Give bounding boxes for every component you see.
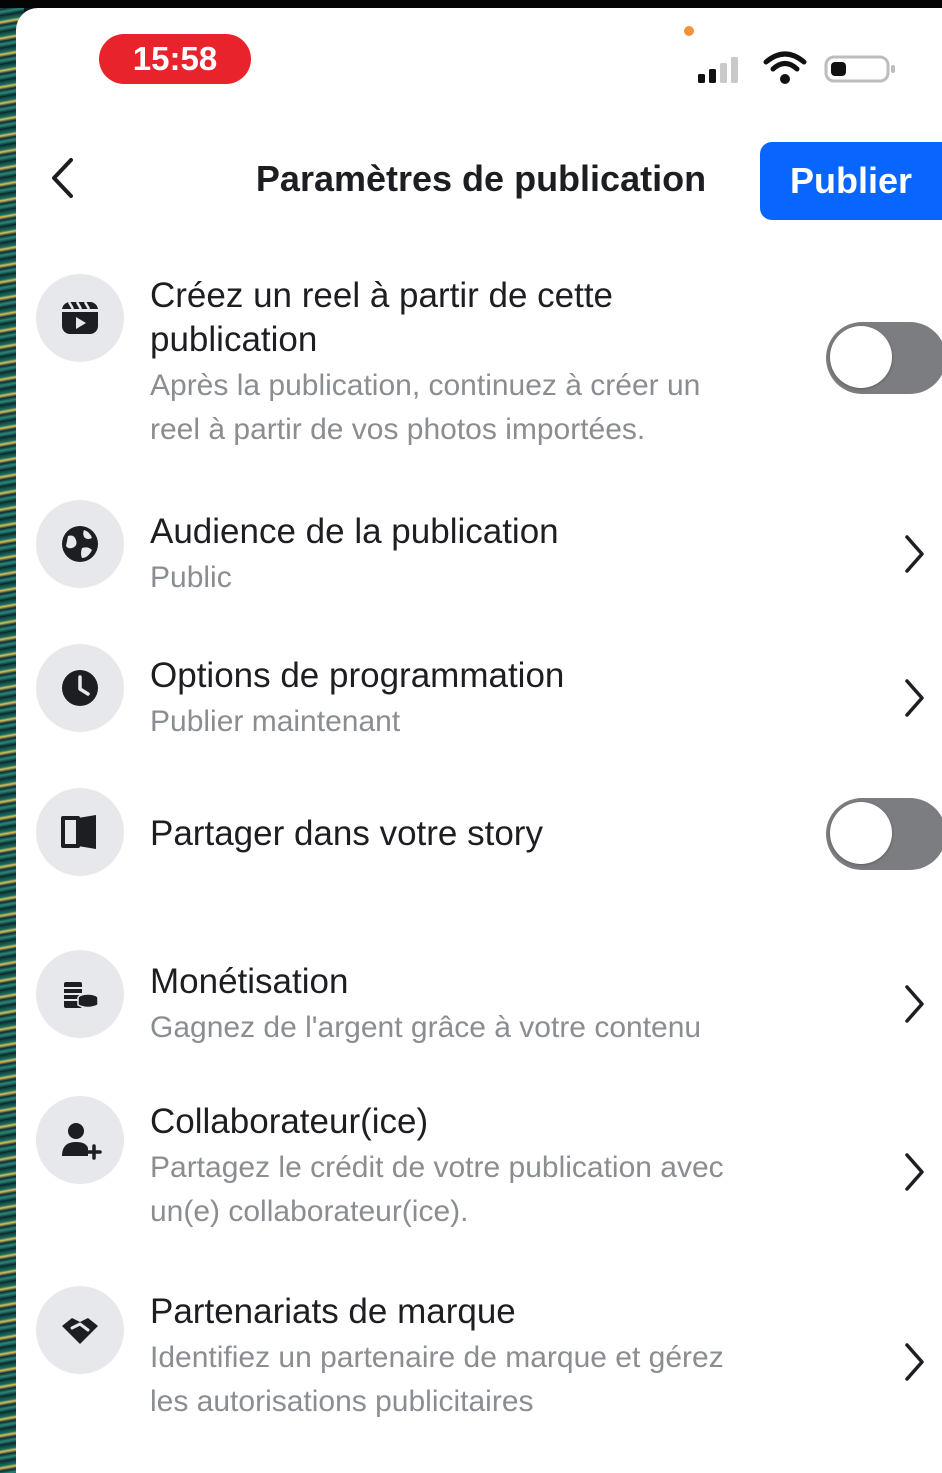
setting-title: Audience de la publication — [150, 512, 559, 551]
setting-row-monetisation[interactable]: Monétisation Gagnez de l'argent grâce à … — [16, 950, 942, 1050]
battery-icon — [824, 55, 895, 83]
setting-title-line: Créez un reel à partir de cette — [150, 276, 614, 315]
setting-text: Options de programmation Publier mainten… — [150, 654, 830, 744]
globe-icon-badge — [36, 500, 124, 588]
setting-title: Partager dans votre story — [150, 814, 543, 853]
setting-row-create-reel: Créez un reel à partir de cette publicat… — [16, 270, 942, 460]
reel-icon-badge — [36, 274, 124, 362]
setting-subtitle-line: Identifiez un partenaire de marque et gé… — [150, 1341, 724, 1374]
wifi-icon — [763, 51, 807, 84]
handshake-icon-badge — [36, 1286, 124, 1374]
reel-icon — [62, 301, 98, 334]
add-person-icon-badge — [36, 1096, 124, 1184]
chevron-right-icon — [894, 1142, 934, 1202]
chevron-right-icon — [894, 524, 934, 584]
setting-text: Audience de la publication Public — [150, 510, 830, 600]
story-icon-badge — [36, 788, 124, 876]
setting-subtitle-line: un(e) collaborateur(ice). — [150, 1195, 469, 1228]
setting-row-audience[interactable]: Audience de la publication Public — [16, 500, 942, 600]
page-title: Paramètres de publication — [255, 158, 707, 199]
setting-text: Collaborateur(ice) Partagez le crédit de… — [150, 1100, 830, 1234]
chevron-right-icon — [894, 974, 934, 1034]
status-bar: 15:58 — [16, 8, 942, 118]
chevron-right-icon — [894, 668, 934, 728]
setting-title: Partenariats de marque — [150, 1292, 516, 1331]
setting-subtitle: Gagnez de l'argent grâce à votre contenu — [150, 1011, 702, 1044]
clock-icon — [62, 670, 98, 706]
toggle-knob — [830, 802, 892, 864]
chevron-right-icon — [894, 1332, 934, 1392]
setting-row-share-story: Partager dans votre story — [16, 788, 942, 888]
navigation-header: Paramètres de publication Publier — [16, 128, 942, 228]
setting-subtitle-line: reel à partir de vos photos importées. — [150, 413, 646, 446]
setting-title: Collaborateur(ice) — [150, 1102, 429, 1141]
setting-row-collaborator[interactable]: Collaborateur(ice) Partagez le crédit de… — [16, 1096, 942, 1236]
share-story-toggle[interactable] — [826, 798, 942, 870]
status-time: 15:58 — [99, 34, 251, 84]
setting-subtitle: Publier maintenant — [150, 705, 401, 738]
setting-title: Options de programmation — [150, 656, 565, 695]
setting-subtitle-line: les autorisations publicitaires — [150, 1385, 534, 1418]
add-person-icon — [62, 1123, 102, 1160]
setting-title-line: publication — [150, 320, 318, 359]
setting-text: Monétisation Gagnez de l'argent grâce à … — [150, 960, 830, 1050]
setting-text: Partenariats de marque Identifiez un par… — [150, 1290, 830, 1424]
coins-icon-badge — [36, 950, 124, 1038]
setting-text: Partager dans votre story — [150, 812, 830, 856]
setting-title: Créez un reel à partir de cette publicat… — [150, 274, 830, 362]
setting-row-brand-partnerships[interactable]: Partenariats de marque Identifiez un par… — [16, 1286, 942, 1426]
back-button[interactable] — [42, 148, 82, 208]
coins-icon — [64, 982, 99, 1009]
setting-subtitle: Public — [150, 561, 232, 594]
publish-button[interactable]: Publier — [760, 142, 942, 220]
create-reel-toggle[interactable] — [826, 322, 942, 394]
clock-icon-badge — [36, 644, 124, 732]
setting-subtitle-line: Après la publication, continuez à créer … — [150, 369, 701, 402]
story-icon — [61, 815, 96, 849]
setting-subtitle: Après la publication, continuez à créer … — [150, 364, 830, 452]
handshake-icon — [62, 1318, 98, 1344]
globe-icon — [62, 526, 98, 562]
top-edge — [0, 0, 942, 8]
setting-text: Créez un reel à partir de cette publicat… — [150, 274, 830, 452]
cellular-signal-icon — [698, 57, 738, 83]
setting-subtitle: Identifiez un partenaire de marque et gé… — [150, 1336, 830, 1424]
phone-screen: 15:58 Paramètres de publication Publier — [16, 8, 942, 1473]
toggle-knob — [830, 326, 892, 388]
setting-subtitle: Partagez le crédit de votre publication … — [150, 1146, 830, 1234]
setting-row-scheduling[interactable]: Options de programmation Publier mainten… — [16, 644, 942, 744]
setting-subtitle-line: Partagez le crédit de votre publication … — [150, 1151, 724, 1184]
privacy-indicator-dot — [684, 26, 694, 36]
chevron-left-icon — [52, 158, 73, 198]
setting-title: Monétisation — [150, 962, 349, 1001]
